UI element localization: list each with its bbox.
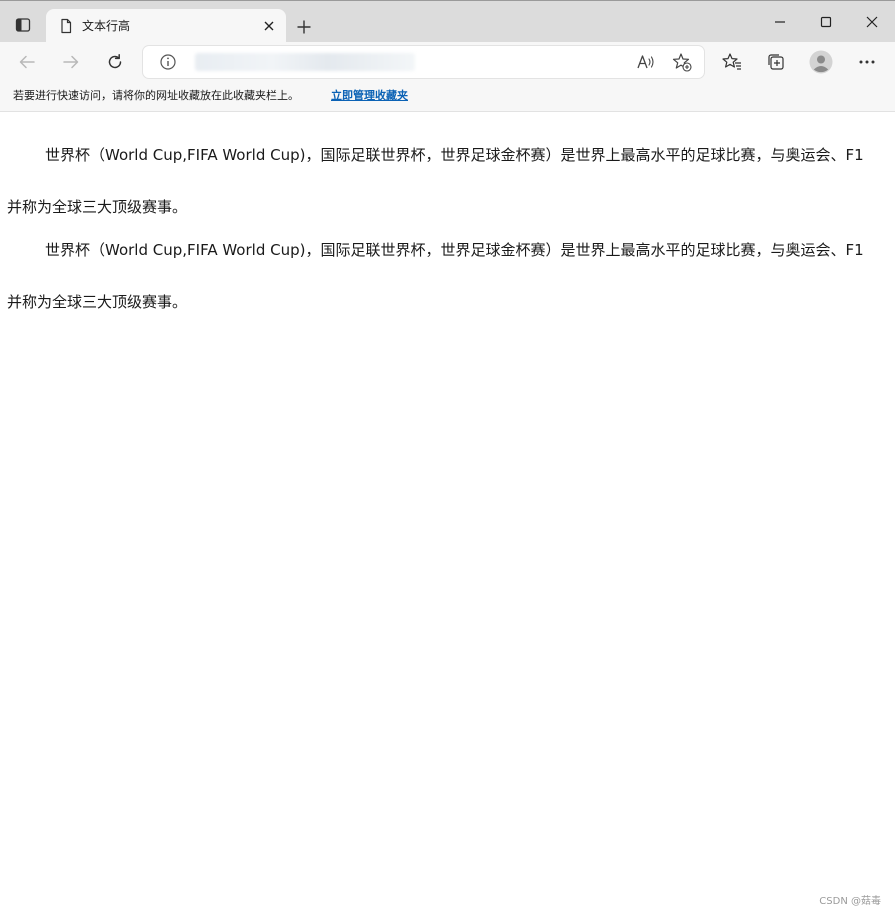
- window-maximize-button[interactable]: [806, 7, 846, 37]
- avatar-icon: [809, 50, 833, 74]
- favorites-icon: [722, 53, 741, 70]
- window-close-button[interactable]: [852, 7, 892, 37]
- address-bar[interactable]: [143, 46, 704, 78]
- read-aloud-icon: [637, 55, 654, 69]
- page-icon: [61, 18, 72, 34]
- favorites-button[interactable]: [717, 47, 747, 77]
- new-tab-button[interactable]: [290, 13, 318, 41]
- read-aloud-button[interactable]: [633, 50, 659, 74]
- close-icon: [264, 21, 274, 31]
- refresh-button[interactable]: [100, 47, 130, 77]
- tab-close-button[interactable]: [260, 17, 278, 35]
- info-icon[interactable]: [159, 53, 177, 71]
- arrow-left-icon: [19, 55, 35, 69]
- tab-strip: 文本行高: [0, 0, 895, 43]
- refresh-icon: [108, 54, 122, 69]
- settings-and-more-button[interactable]: [852, 47, 882, 77]
- plus-icon: [297, 20, 311, 34]
- window-minimize-button[interactable]: [760, 7, 800, 37]
- collections-icon: [768, 54, 784, 70]
- maximize-icon: [820, 16, 832, 28]
- page-content: 世界杯（World Cup,FIFA World Cup)，国际足联世界杯，世界…: [0, 112, 895, 915]
- collections-button[interactable]: [761, 47, 791, 77]
- paragraph: 世界杯（World Cup,FIFA World Cup)，国际足联世界杯，世界…: [7, 241, 864, 311]
- add-to-favorites-button[interactable]: [669, 50, 695, 74]
- toolbar: [0, 42, 895, 82]
- ellipsis-icon: [859, 60, 875, 64]
- url-text-redacted[interactable]: [195, 53, 415, 71]
- minimize-icon: [775, 21, 785, 23]
- watermark: CSDN @菇毒: [819, 896, 881, 907]
- favorites-bar-prompt: 若要进行快速访问，请将你的网址收藏放在此收藏夹栏上。: [13, 89, 299, 102]
- forward-button[interactable]: [56, 47, 86, 77]
- arrow-right-icon: [63, 55, 79, 69]
- close-icon: [866, 16, 878, 28]
- manage-favorites-link[interactable]: 立即管理收藏夹: [331, 88, 408, 104]
- star-plus-icon: [672, 53, 692, 72]
- tab-active[interactable]: 文本行高: [46, 9, 286, 43]
- profile-button[interactable]: [806, 47, 836, 77]
- tab-title: 文本行高: [82, 19, 131, 33]
- back-button[interactable]: [12, 47, 42, 77]
- favorites-bar: 若要进行快速访问，请将你的网址收藏放在此收藏夹栏上。 立即管理收藏夹: [0, 82, 895, 112]
- paragraph: 世界杯（World Cup,FIFA World Cup)，国际足联世界杯，世界…: [7, 146, 864, 216]
- tab-actions-button[interactable]: [8, 11, 38, 39]
- tab-actions-icon: [15, 18, 31, 32]
